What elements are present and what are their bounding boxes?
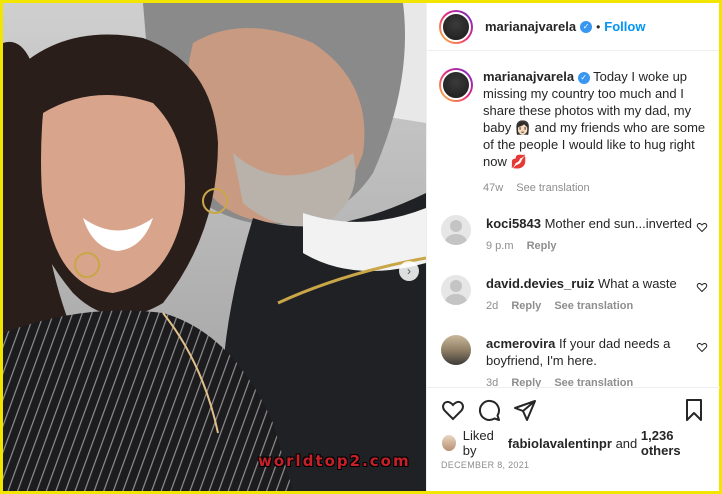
watermark-text: worldtop2.com <box>258 452 411 470</box>
reply-button[interactable]: Reply <box>527 240 557 252</box>
comment-avatar[interactable] <box>441 335 471 365</box>
heart-icon[interactable] <box>441 398 465 422</box>
caption-emoji-1: 👩🏻 <box>514 120 532 135</box>
reply-button[interactable]: Reply <box>511 300 541 312</box>
caption-username[interactable]: marianajvarela <box>483 69 574 84</box>
likes-user[interactable]: fabiolavalentinpr <box>508 436 612 451</box>
photo-illustration <box>3 3 426 491</box>
comment-avatar[interactable] <box>441 275 471 305</box>
bookmark-icon[interactable] <box>682 398 706 422</box>
likes-others[interactable]: 1,236 others <box>641 428 706 458</box>
comment-item: acmerovira If your dad needs a boyfriend… <box>439 335 708 392</box>
comment-time: 9 p.m <box>486 240 514 252</box>
comment-like-heart-icon[interactable] <box>696 221 708 233</box>
caption-time: 47w <box>483 182 504 194</box>
see-translation-link[interactable]: See translation <box>516 182 589 194</box>
caption-avatar[interactable] <box>439 68 473 102</box>
verified-badge-icon: ✓ <box>580 20 593 33</box>
post-photo[interactable]: › <box>3 3 426 491</box>
likes-prefix: Liked by <box>462 428 494 458</box>
comment-avatar[interactable] <box>441 215 471 245</box>
liker-avatar[interactable] <box>441 434 457 452</box>
next-photo-button[interactable]: › <box>399 261 419 281</box>
post-actions: Liked by fabiolavalentinpr and 1,236 oth… <box>427 387 720 491</box>
caption-emoji-2: 💋 <box>510 154 527 169</box>
comment-item: david.devies_ruiz What a waste 2d Reply … <box>439 275 708 315</box>
profile-avatar[interactable] <box>439 9 473 44</box>
separator-dot: • <box>596 19 601 34</box>
comment-like-heart-icon[interactable] <box>696 281 708 293</box>
comment-text: Mother end sun...inverted <box>544 216 692 231</box>
comment-text: What a waste <box>598 276 677 291</box>
comments-list[interactable]: marianajvarela ✓ Today I woke up missing… <box>427 52 720 389</box>
comment-icon[interactable] <box>477 398 501 422</box>
header-username[interactable]: marianajvarela <box>485 19 576 34</box>
chevron-right-icon: › <box>407 264 411 278</box>
comment-username[interactable]: koci5843 <box>486 216 541 231</box>
comment-username[interactable]: acmerovira <box>486 336 555 351</box>
comment-item: koci5843 Mother end sun...inverted 9 p.m… <box>439 215 708 255</box>
share-icon[interactable] <box>513 398 537 422</box>
follow-button[interactable]: Follow <box>604 19 645 34</box>
comment-username[interactable]: david.devies_ruiz <box>486 276 594 291</box>
comment-time: 2d <box>486 300 499 312</box>
likes-and: and <box>615 435 638 451</box>
post-header: marianajvarela ✓ • Follow <box>427 3 719 51</box>
post-panel: marianajvarela ✓ • Follow marianajvarela… <box>426 3 720 491</box>
verified-badge-icon: ✓ <box>577 72 590 84</box>
likes-line: Liked by fabiolavalentinpr and 1,236 oth… <box>427 428 720 458</box>
see-translation-link[interactable]: See translation <box>554 300 633 312</box>
comment-like-heart-icon[interactable] <box>696 341 708 353</box>
action-bar <box>427 388 720 432</box>
caption-entry: marianajvarela ✓ Today I woke up missing… <box>439 68 708 197</box>
